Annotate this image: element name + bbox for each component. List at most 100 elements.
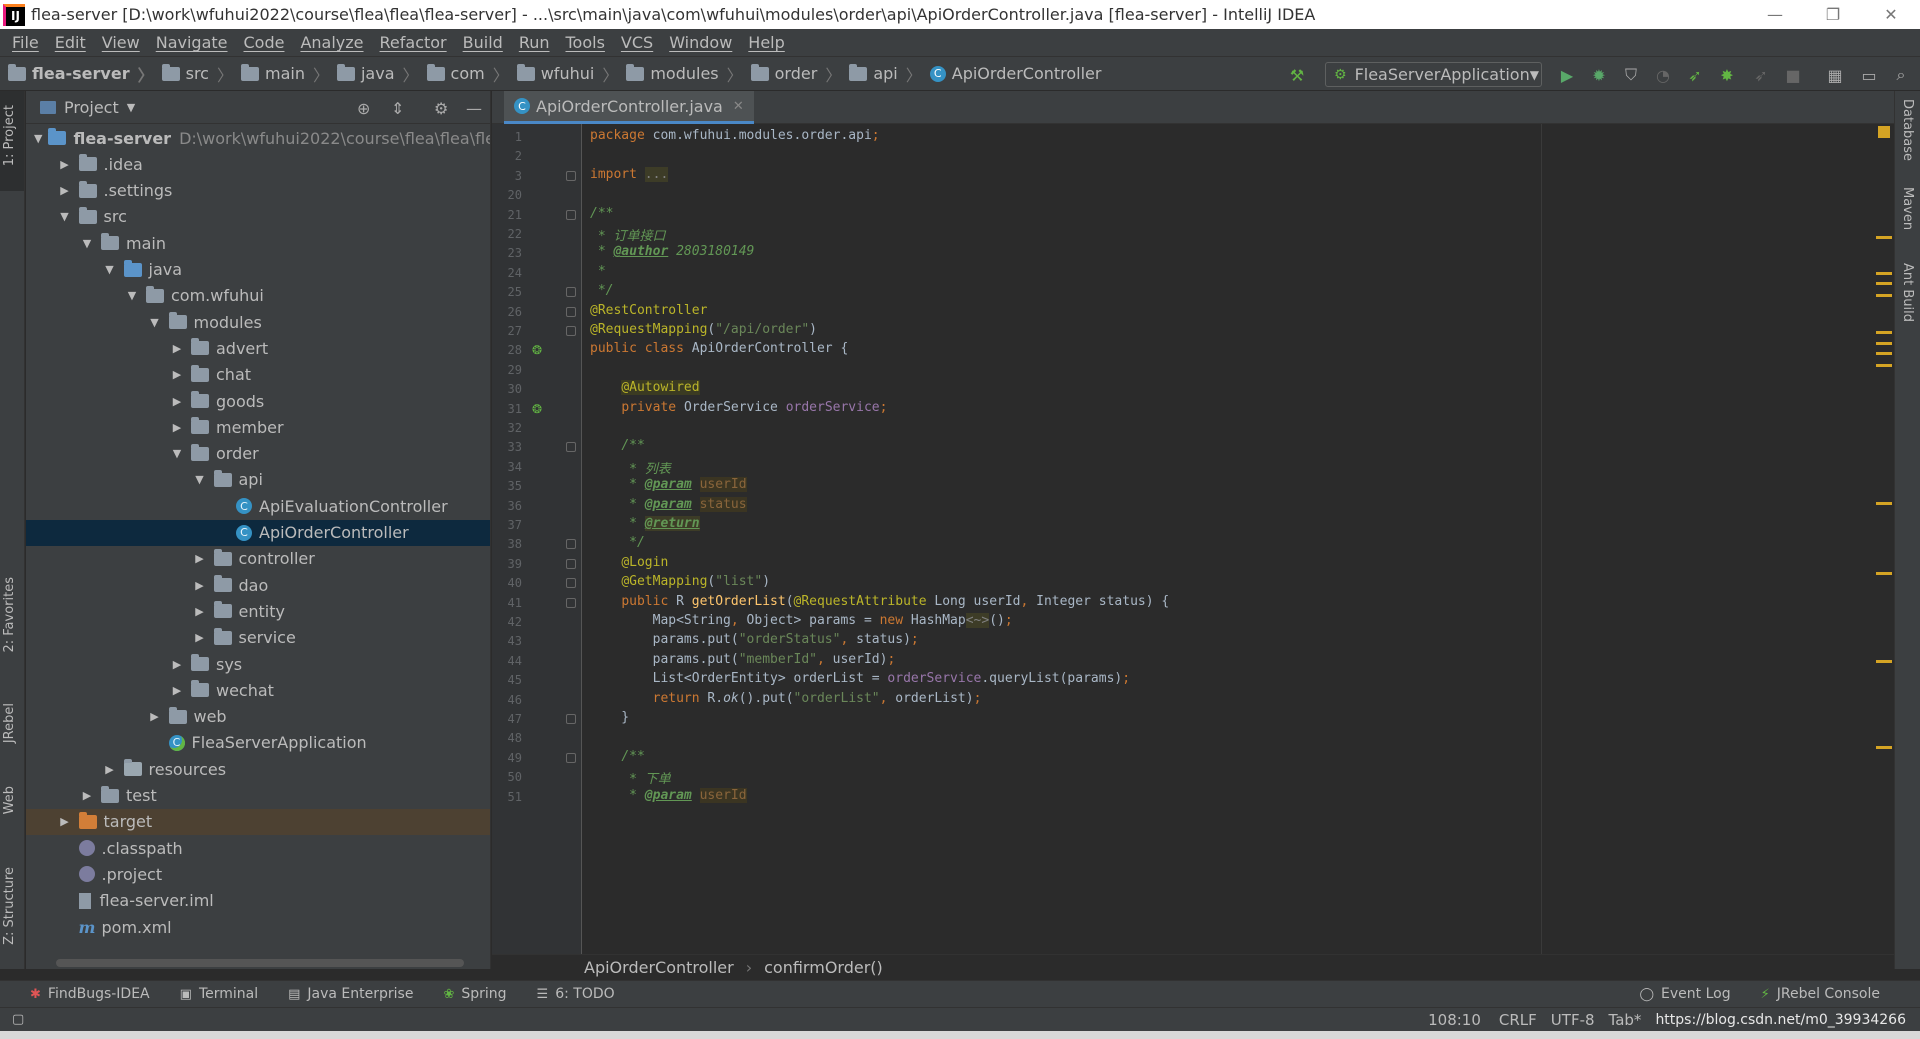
editor-scrollbar-markers[interactable] bbox=[1874, 124, 1894, 954]
expanded-arrow-icon[interactable]: ▼ bbox=[34, 132, 42, 145]
tree-item[interactable]: ▶ service bbox=[26, 625, 490, 651]
collapsed-arrow-icon[interactable]: ▶ bbox=[192, 605, 208, 618]
tool-tab-structure[interactable]: Z: Structure bbox=[2, 867, 17, 945]
breadcrumb-item-flea-server[interactable]: flea-server 〉 bbox=[0, 62, 154, 86]
tree-item[interactable]: ▶ controller bbox=[26, 546, 490, 572]
scroll-marker[interactable] bbox=[1876, 272, 1892, 275]
scroll-marker[interactable] bbox=[1876, 502, 1892, 505]
tree-item[interactable]: ▼ java bbox=[26, 257, 490, 283]
fold-marker-icon[interactable] bbox=[566, 306, 576, 317]
scroll-marker[interactable] bbox=[1876, 364, 1892, 367]
tree-item[interactable]: C ApiOrderController bbox=[26, 519, 490, 546]
line-separator[interactable]: CRLF bbox=[1499, 1011, 1537, 1029]
collapsed-arrow-icon[interactable]: ▶ bbox=[169, 342, 185, 355]
jrebel-debug-icon[interactable]: ✸ bbox=[1718, 66, 1736, 85]
tree-item[interactable]: C ApiEvaluationController bbox=[26, 493, 490, 519]
fold-marker-icon[interactable] bbox=[566, 442, 576, 453]
jrebel-run-icon[interactable]: ➶ bbox=[1686, 66, 1704, 85]
menu-help[interactable]: Help bbox=[740, 33, 792, 52]
breadcrumb-item-modules[interactable]: modules 〉 bbox=[618, 62, 743, 86]
breadcrumb-item-wfuhui[interactable]: wfuhui 〉 bbox=[509, 62, 618, 86]
tool-button-spring[interactable]: ❀ Spring bbox=[443, 986, 506, 1002]
breadcrumb-item-com[interactable]: com 〉 bbox=[419, 62, 509, 86]
scroll-marker[interactable] bbox=[1876, 352, 1892, 355]
tree-item[interactable]: ▶ wechat bbox=[26, 677, 490, 703]
expanded-arrow-icon[interactable]: ▼ bbox=[192, 473, 208, 486]
tree-item[interactable]: ▼ com.wfuhui bbox=[26, 283, 490, 309]
breadcrumb-item-main[interactable]: main 〉 bbox=[233, 62, 329, 86]
tree-item[interactable]: ▼ main bbox=[26, 230, 490, 256]
tree-item[interactable]: ▼ flea-server D:\work\wfuhui2022\course\fl… bbox=[26, 125, 490, 151]
tool-button-event-log[interactable]: ◯ Event Log bbox=[1639, 986, 1730, 1002]
expanded-arrow-icon[interactable]: ▼ bbox=[102, 263, 118, 276]
scroll-marker[interactable] bbox=[1876, 331, 1892, 334]
tree-item[interactable]: ▶ dao bbox=[26, 572, 490, 598]
tree-item[interactable]: ▶ member bbox=[26, 414, 490, 440]
toggle-tool-windows-icon[interactable]: ▢ bbox=[12, 1012, 24, 1027]
menu-run[interactable]: Run bbox=[511, 33, 558, 52]
tool-button-java-enterprise[interactable]: ▤ Java Enterprise bbox=[288, 986, 413, 1002]
tool-button-terminal[interactable]: ▣ Terminal bbox=[180, 986, 258, 1002]
menu-navigate[interactable]: Navigate bbox=[148, 33, 236, 52]
project-panel-title[interactable]: Project bbox=[64, 98, 119, 117]
scroll-marker[interactable] bbox=[1876, 746, 1892, 749]
tool-button-jrebel-console[interactable]: ⚡ JRebel Console bbox=[1761, 986, 1880, 1002]
collapsed-arrow-icon[interactable]: ▶ bbox=[192, 579, 208, 592]
scroll-marker[interactable] bbox=[1876, 294, 1892, 297]
tree-item[interactable]: .project bbox=[26, 861, 490, 887]
fold-marker-icon[interactable] bbox=[566, 287, 576, 298]
fold-marker-icon[interactable] bbox=[566, 170, 576, 181]
fold-marker-icon[interactable] bbox=[566, 539, 576, 550]
tree-item[interactable]: C FleaServerApplication bbox=[26, 730, 490, 756]
menu-code[interactable]: Code bbox=[236, 33, 293, 52]
tree-item[interactable]: ▼ modules bbox=[26, 309, 490, 335]
fold-marker-icon[interactable] bbox=[566, 326, 576, 336]
editor-breadcrumb-item[interactable]: ApiOrderController bbox=[584, 958, 734, 977]
minimize-button[interactable]: — bbox=[1746, 0, 1804, 29]
collapsed-arrow-icon[interactable]: ▶ bbox=[192, 631, 208, 644]
hide-panel-icon[interactable]: — bbox=[466, 99, 482, 118]
locate-icon[interactable]: ⊕ bbox=[357, 99, 370, 118]
tool-tab-maven[interactable]: Maven bbox=[1900, 187, 1915, 230]
tree-item[interactable]: ▶ resources bbox=[26, 756, 490, 782]
menu-view[interactable]: View bbox=[94, 33, 148, 52]
tool-tab-database[interactable]: Database bbox=[1900, 99, 1915, 161]
menu-window[interactable]: Window bbox=[661, 33, 740, 52]
tree-item[interactable]: ▶ .idea bbox=[26, 151, 490, 177]
editor-gutter[interactable]: 1 2 3 20 21 22 23 24 25 26 27 28 ❂ 29 30 31 ❂ 32 33 34 35 36 3… bbox=[492, 124, 582, 954]
menu-build[interactable]: Build bbox=[455, 33, 511, 52]
tree-item[interactable]: ▶ .settings bbox=[26, 178, 490, 204]
tree-item[interactable]: ▼ src bbox=[26, 204, 490, 230]
presentation-icon[interactable]: ▭ bbox=[1860, 66, 1878, 85]
coverage-icon[interactable]: ⛉ bbox=[1622, 65, 1640, 84]
breadcrumb-item-java[interactable]: java 〉 bbox=[329, 62, 419, 86]
fold-marker-icon[interactable] bbox=[566, 714, 576, 724]
tool-tab-web[interactable]: Web bbox=[2, 786, 17, 814]
tool-button-findbugs-idea[interactable]: ✱ FindBugs-IDEA bbox=[30, 986, 150, 1002]
code-editor[interactable]: package com.wfuhui.modules.order.api; imp… bbox=[582, 124, 1880, 954]
close-button[interactable]: ✕ bbox=[1862, 0, 1920, 29]
tree-item[interactable]: flea-server.iml bbox=[26, 888, 490, 914]
build-hammer-icon[interactable]: ⚒ bbox=[1288, 66, 1306, 85]
indent-setting[interactable]: Tab* bbox=[1609, 1011, 1642, 1029]
spring-bean-gutter-icon[interactable]: ❂ bbox=[532, 402, 548, 416]
collapsed-arrow-icon[interactable]: ▶ bbox=[57, 815, 73, 828]
collapse-all-icon[interactable]: ⇕ bbox=[391, 99, 404, 118]
collapsed-arrow-icon[interactable]: ▶ bbox=[102, 763, 118, 776]
project-structure-icon[interactable]: ▦ bbox=[1826, 66, 1844, 85]
collapsed-arrow-icon[interactable]: ▶ bbox=[169, 684, 185, 697]
run-icon[interactable]: ▶ bbox=[1558, 66, 1576, 85]
run-configuration-select[interactable]: ⚙ FleaServerApplication ▼ bbox=[1325, 62, 1542, 87]
tree-item[interactable]: m pom.xml bbox=[26, 914, 490, 940]
tree-item[interactable]: .classpath bbox=[26, 835, 490, 861]
fold-marker-icon[interactable] bbox=[566, 578, 576, 589]
stop-icon[interactable]: ■ bbox=[1784, 66, 1802, 85]
horizontal-scrollbar[interactable] bbox=[56, 959, 464, 967]
expanded-arrow-icon[interactable]: ▼ bbox=[147, 316, 163, 329]
fold-marker-icon[interactable] bbox=[566, 558, 576, 569]
expanded-arrow-icon[interactable]: ▼ bbox=[124, 289, 140, 302]
menu-file[interactable]: File bbox=[4, 33, 47, 52]
fold-marker-icon[interactable] bbox=[566, 597, 576, 608]
tree-item[interactable]: ▶ test bbox=[26, 783, 490, 809]
tree-item[interactable]: ▶ target bbox=[26, 808, 490, 835]
